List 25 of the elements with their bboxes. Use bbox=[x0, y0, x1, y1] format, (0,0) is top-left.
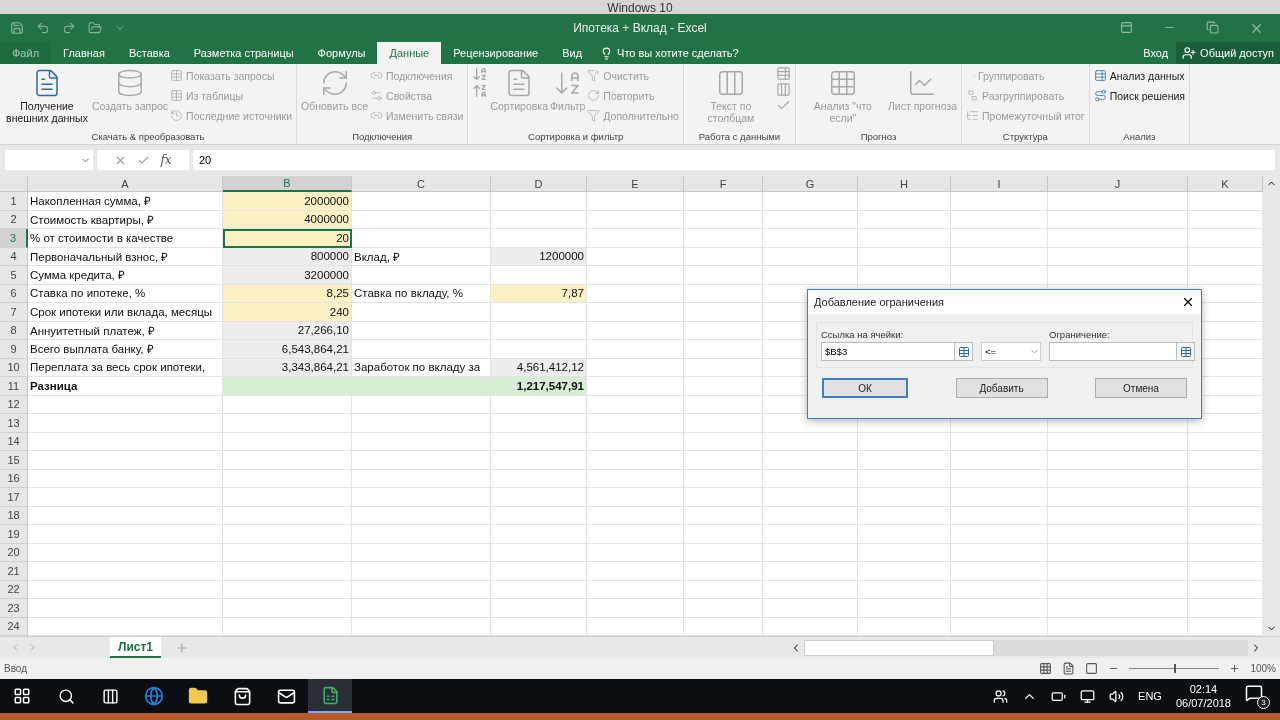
table-cell: Всего выплата банку, ₽ bbox=[28, 340, 223, 359]
table-cell: % от стоимости в качестве bbox=[28, 229, 223, 248]
window-title: Ипотека + Вклад - Excel bbox=[572, 21, 708, 35]
group-label: Прогноз bbox=[859, 130, 898, 144]
table-cell: 20 bbox=[223, 229, 352, 248]
group-label: Сортировка и фильтр bbox=[527, 130, 625, 144]
table-cell: Разница bbox=[28, 377, 223, 396]
field-label: Ограничение: bbox=[1049, 329, 1111, 340]
group-label: Подключения bbox=[351, 130, 414, 144]
status-mode: Ввод bbox=[4, 663, 28, 674]
table-cell: Накопленная сумма, ₽ bbox=[28, 192, 223, 211]
table-cell: 3200000 bbox=[223, 266, 352, 285]
window-caption: Windows 10 bbox=[607, 2, 673, 14]
table-cell: Срок ипотеки или вклада, месяцы bbox=[28, 303, 223, 322]
table-cell: Сумма кредита, ₽ bbox=[28, 266, 223, 285]
group-label: Работа с данными bbox=[697, 130, 782, 144]
table-cell: 1,217,547,91 bbox=[491, 377, 587, 396]
group-label: Структура bbox=[1001, 130, 1049, 144]
table-cell: 240 bbox=[223, 303, 352, 322]
group-label: Анализ bbox=[1122, 130, 1157, 144]
table-cell: 6,543,864,21 bbox=[223, 340, 352, 359]
group-label: Скачать & преобразовать bbox=[90, 130, 206, 144]
table-cell: 2000000 bbox=[223, 192, 352, 211]
dialog-title: Добавление ограничения bbox=[814, 296, 944, 308]
field-label: Ссылка на ячейки: bbox=[821, 329, 905, 340]
